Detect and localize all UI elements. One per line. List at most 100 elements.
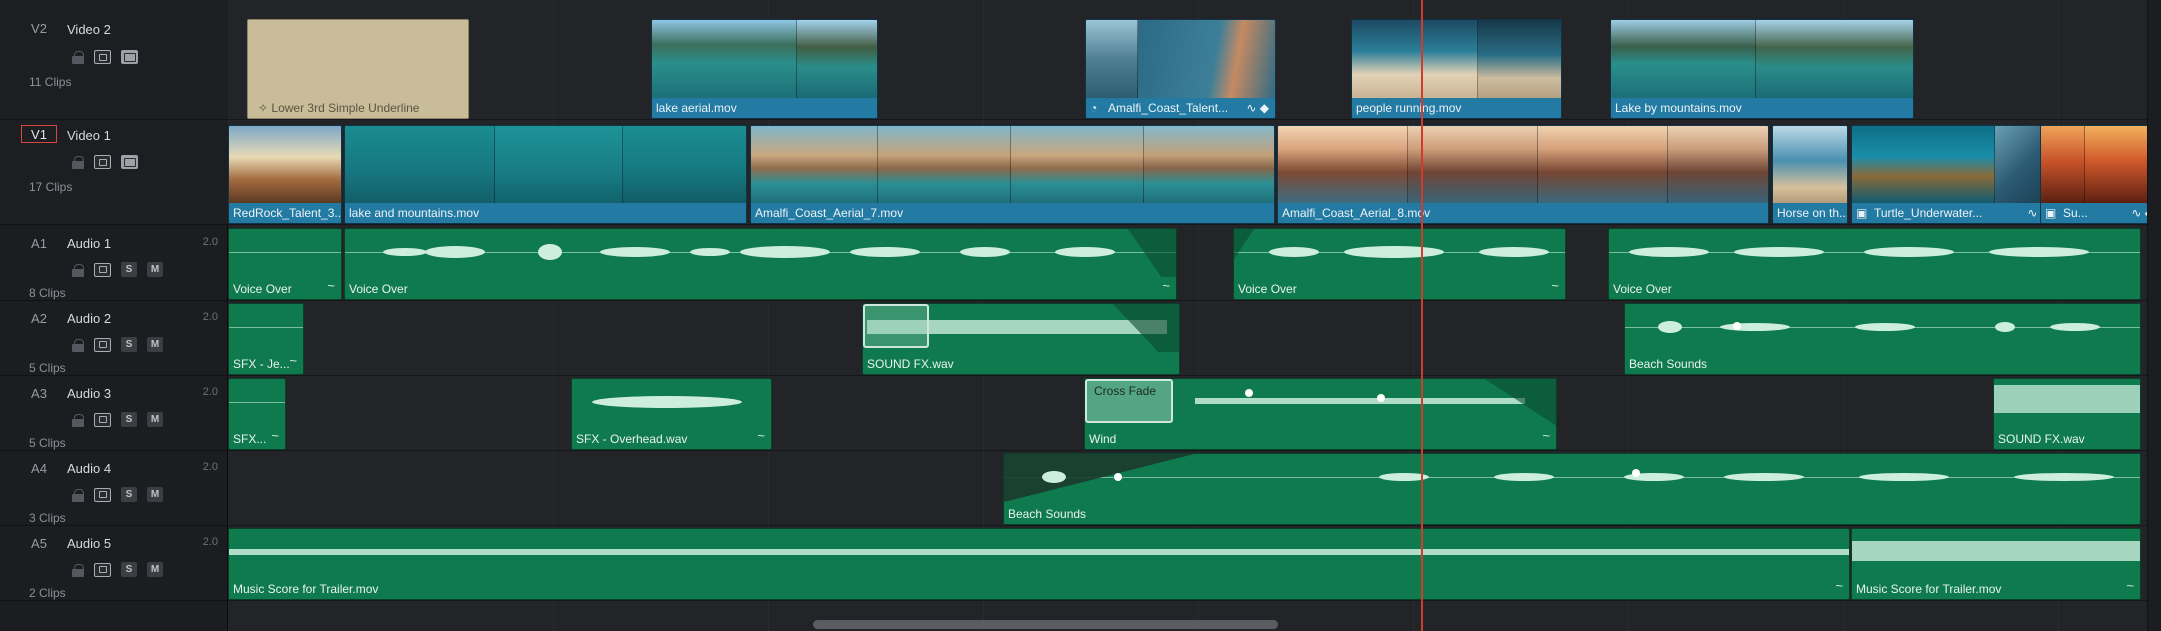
clip-sfx-a3[interactable]: SFX... ~: [228, 378, 286, 450]
thumbnail: [1773, 126, 1847, 203]
track-id-a3[interactable]: A3: [21, 385, 57, 403]
keyframe-handle[interactable]: [1114, 473, 1122, 481]
thumbnail: [1668, 126, 1768, 203]
lock-icon[interactable]: [72, 488, 84, 502]
track-name-a4[interactable]: Audio 4: [67, 461, 111, 476]
clip-turtle[interactable]: Turtle_Underwater... ▣ ∿ ◆: [1851, 125, 2057, 224]
track-header-a5[interactable]: A5 Audio 5 2.0 S M 2 Clips: [0, 526, 228, 601]
clip-redrock[interactable]: RedRock_Talent_3...: [228, 125, 342, 224]
auto-select-icon[interactable]: [94, 337, 111, 352]
track-volume-a1[interactable]: 2.0: [203, 236, 218, 248]
track-volume-a3[interactable]: 2.0: [203, 386, 218, 398]
track-volume-a5[interactable]: 2.0: [203, 536, 218, 548]
clip-music-score-2[interactable]: Music Score for Trailer.mov ~: [1851, 528, 2141, 600]
keyframe-handle[interactable]: [1632, 469, 1640, 477]
clip-count-a2: 5 Clips: [29, 361, 66, 375]
lock-icon[interactable]: [72, 563, 84, 577]
thumbnail: [623, 126, 746, 203]
clip-voice-over-4[interactable]: Voice Over: [1608, 228, 2141, 300]
mute-button[interactable]: M: [147, 562, 163, 577]
lock-icon[interactable]: [72, 51, 84, 64]
keyframe-handle[interactable]: [1245, 389, 1253, 397]
track-name-v1[interactable]: Video 1: [67, 128, 111, 143]
clip-lower-third[interactable]: ✧ Lower 3rd Simple Underline: [247, 19, 469, 119]
track-header-a4[interactable]: A4 Audio 4 2.0 S M 3 Clips: [0, 451, 228, 526]
mute-button[interactable]: M: [147, 337, 163, 352]
clip-lake-by-mountains[interactable]: Lake by mountains.mov: [1610, 19, 1914, 119]
clip-voice-over-3[interactable]: Voice Over ~: [1233, 228, 1566, 300]
track-header-v1[interactable]: V1 Video 1 17 Clips: [0, 120, 228, 225]
track-header-a3[interactable]: A3 Audio 3 2.0 S M 5 Clips: [0, 376, 228, 451]
lock-icon[interactable]: [72, 413, 84, 427]
auto-select-icon[interactable]: [94, 562, 111, 577]
lock-icon[interactable]: [72, 263, 84, 277]
clip-voice-over-2[interactable]: Voice Over ~: [344, 228, 1177, 300]
track-name-v2[interactable]: Video 2: [67, 22, 111, 37]
clip-sunset[interactable]: Su... ▣ ∿ ◆: [2040, 125, 2161, 224]
track-name-a3[interactable]: Audio 3: [67, 386, 111, 401]
solo-button[interactable]: S: [121, 412, 137, 427]
track-id-v1[interactable]: V1: [21, 125, 57, 143]
clip-lake-and-mountains[interactable]: lake and mountains.mov: [344, 125, 747, 224]
auto-select-icon[interactable]: [94, 487, 111, 502]
clip-lake-aerial[interactable]: lake aerial.mov: [651, 19, 878, 119]
track-id-a4[interactable]: A4: [21, 460, 57, 478]
track-id-a5[interactable]: A5: [21, 535, 57, 553]
track-volume-a4[interactable]: 2.0: [203, 461, 218, 473]
auto-select-icon[interactable]: [94, 155, 111, 169]
playhead[interactable]: [1421, 0, 1423, 631]
keyframe-icon: ∿ ◆: [1246, 101, 1269, 115]
clip-beach-sounds-a2[interactable]: Beach Sounds: [1624, 303, 2141, 375]
track-header-a2[interactable]: A2 Audio 2 2.0 S M 5 Clips: [0, 301, 228, 376]
track-id-a1[interactable]: A1: [21, 235, 57, 253]
mute-button[interactable]: M: [147, 487, 163, 502]
track-id-v2[interactable]: V2: [21, 20, 57, 38]
clip-music-score-1[interactable]: Music Score for Trailer.mov ~: [228, 528, 1850, 600]
track-id-a2[interactable]: A2: [21, 310, 57, 328]
solo-button[interactable]: S: [121, 487, 137, 502]
cross-fade-transition[interactable]: Cross Fade: [1085, 379, 1173, 423]
track-volume-a2[interactable]: 2.0: [203, 311, 218, 323]
clip-label: Music Score for Trailer.mov: [233, 582, 379, 596]
auto-select-icon[interactable]: [94, 262, 111, 277]
track-name-a1[interactable]: Audio 1: [67, 236, 111, 251]
clip-sfx-overhead[interactable]: SFX - Overhead.wav ~: [571, 378, 772, 450]
clip-toggle-icon[interactable]: [121, 50, 138, 64]
auto-select-icon[interactable]: [94, 50, 111, 64]
track-name-a2[interactable]: Audio 2: [67, 311, 111, 326]
clip-horse[interactable]: Horse on th...: [1772, 125, 1848, 224]
track-name-a5[interactable]: Audio 5: [67, 536, 111, 551]
clip-count-a1: 8 Clips: [29, 286, 66, 300]
clip-voice-over-1[interactable]: Voice Over ~: [228, 228, 342, 300]
clip-amalfi-talent[interactable]: Amalfi_Coast_Talent... ◔ ∿ ◆: [1085, 19, 1276, 119]
clip-sound-fx-1[interactable]: SOUND FX.wav: [862, 303, 1180, 375]
solo-button[interactable]: S: [121, 337, 137, 352]
track-header-v2[interactable]: V2 Video 2 11 Clips: [0, 0, 228, 120]
mute-button[interactable]: M: [147, 412, 163, 427]
curve-icon: ~: [757, 428, 765, 443]
clip-beach-sounds-a4[interactable]: Beach Sounds: [1003, 453, 2141, 525]
clip-wind[interactable]: Cross Fade Wind ~: [1084, 378, 1557, 450]
auto-select-icon[interactable]: [94, 412, 111, 427]
clip-thumbnails: [751, 126, 1274, 203]
keyframe-handle[interactable]: [1733, 322, 1741, 330]
lock-icon[interactable]: [72, 156, 84, 169]
keyframe-handle[interactable]: [1377, 394, 1385, 402]
mute-button[interactable]: M: [147, 262, 163, 277]
clip-sfx-je[interactable]: SFX - Je... ~: [228, 303, 304, 375]
solo-button[interactable]: S: [121, 262, 137, 277]
transition-label: Cross Fade: [1094, 384, 1157, 398]
clip-sound-fx-2[interactable]: SOUND FX.wav: [1993, 378, 2141, 450]
clip-toggle-icon[interactable]: [121, 155, 138, 169]
lock-icon[interactable]: [72, 338, 84, 352]
timeline-area[interactable]: ✧ Lower 3rd Simple Underline lake aerial…: [228, 0, 2161, 631]
thumbnail: [1011, 126, 1144, 203]
track-header-a1[interactable]: A1 Audio 1 2.0 S M 8 Clips: [0, 226, 228, 301]
thumbnail: [495, 126, 623, 203]
clip-amalfi-aerial-7[interactable]: Amalfi_Coast_Aerial_7.mov: [750, 125, 1275, 224]
clip-selection-box[interactable]: [863, 304, 929, 348]
horizontal-scrollbar[interactable]: [813, 620, 1278, 629]
clip-people-running[interactable]: people running.mov: [1351, 19, 1562, 119]
clip-amalfi-aerial-8[interactable]: Amalfi_Coast_Aerial_8.mov: [1277, 125, 1769, 224]
solo-button[interactable]: S: [121, 562, 137, 577]
